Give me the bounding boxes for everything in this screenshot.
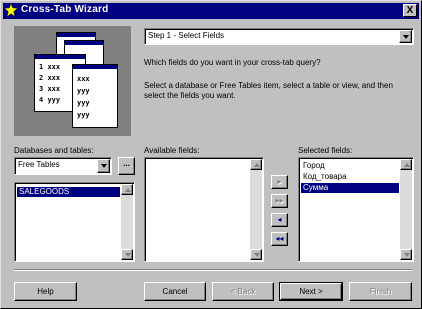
finish-button[interactable]: Finish: [349, 282, 412, 301]
next-button[interactable]: Next >: [279, 282, 343, 301]
wand-star-icon: [5, 4, 17, 16]
available-fields-scrollbar[interactable]: [250, 159, 262, 260]
button-separator: [14, 269, 412, 271]
arrow-right-icon: ▸: [277, 177, 282, 186]
arrow-down-icon: [254, 253, 260, 257]
selected-field-item[interactable]: Сумма: [301, 183, 399, 193]
remove-field-button[interactable]: ◂: [271, 213, 288, 227]
database-combo-dropdown-button[interactable]: [97, 159, 110, 173]
wizard-window: Cross-Tab Wizard X 1 xxx 2 xxx 3 xxx 4 y…: [0, 0, 422, 309]
ellipsis-icon: ...: [123, 159, 130, 168]
question-text: Which fields do you want in your cross-t…: [144, 58, 321, 67]
scroll-down-button[interactable]: [400, 249, 412, 260]
double-arrow-left-icon: ◂◂: [275, 234, 284, 243]
selected-fields-list[interactable]: Город Код_товара Сумма: [298, 157, 414, 262]
window-title: Cross-Tab Wizard: [21, 4, 109, 15]
scroll-up-button[interactable]: [250, 159, 262, 170]
available-fields-label: Available fields:: [144, 146, 200, 155]
scroll-up-button[interactable]: [400, 159, 412, 170]
arrow-down-icon: [125, 253, 131, 257]
arrow-down-icon: [404, 253, 410, 257]
database-combo-value: Free Tables: [18, 160, 60, 169]
table-item-salegoods[interactable]: SALEGOODS: [17, 187, 120, 197]
remove-all-fields-button[interactable]: ◂◂: [271, 232, 288, 246]
back-button[interactable]: < Back: [212, 282, 274, 301]
illustration-sheet-front: xxx yyy yyy yyy: [72, 64, 118, 128]
arrow-up-icon: [404, 163, 410, 167]
help-button[interactable]: Help: [14, 282, 77, 301]
selected-fields-scrollbar[interactable]: [400, 159, 412, 260]
scroll-down-button[interactable]: [250, 249, 262, 260]
step-select[interactable]: Step 1 - Select Fields: [144, 28, 414, 45]
chevron-down-icon: [403, 35, 409, 39]
add-all-fields-button[interactable]: ▸▸: [271, 194, 288, 208]
selected-field-item[interactable]: Код_товара: [301, 172, 399, 182]
instruction-text: Select a database or Free Tables item, s…: [144, 81, 393, 100]
scroll-down-button[interactable]: [121, 249, 133, 260]
tables-list-scrollbar[interactable]: [121, 184, 133, 260]
double-arrow-right-icon: ▸▸: [275, 196, 284, 205]
chevron-down-icon: [101, 164, 107, 168]
wizard-illustration: 1 xxx 2 xxx 3 xxx 4 yyy xxx yyy yyy yyy: [14, 26, 131, 136]
database-combo[interactable]: Free Tables: [14, 157, 112, 175]
title-bar[interactable]: Cross-Tab Wizard X: [3, 3, 419, 19]
step-select-dropdown-button[interactable]: [399, 30, 412, 43]
add-field-button[interactable]: ▸: [271, 175, 288, 189]
close-button[interactable]: X: [403, 4, 417, 17]
step-select-value: Step 1 - Select Fields: [148, 31, 225, 40]
databases-label: Databases and tables:: [14, 146, 94, 155]
available-fields-list[interactable]: [144, 157, 264, 262]
arrow-up-icon: [254, 163, 260, 167]
close-icon: X: [406, 5, 414, 16]
scroll-up-button[interactable]: [121, 184, 133, 195]
selected-field-item[interactable]: Город: [301, 161, 399, 171]
cancel-button[interactable]: Cancel: [144, 282, 206, 301]
arrow-left-icon: ◂: [277, 215, 282, 224]
selected-fields-label: Selected fields:: [298, 146, 353, 155]
browse-database-button[interactable]: ...: [118, 157, 135, 175]
arrow-up-icon: [125, 188, 131, 192]
tables-list[interactable]: SALEGOODS: [14, 182, 135, 262]
